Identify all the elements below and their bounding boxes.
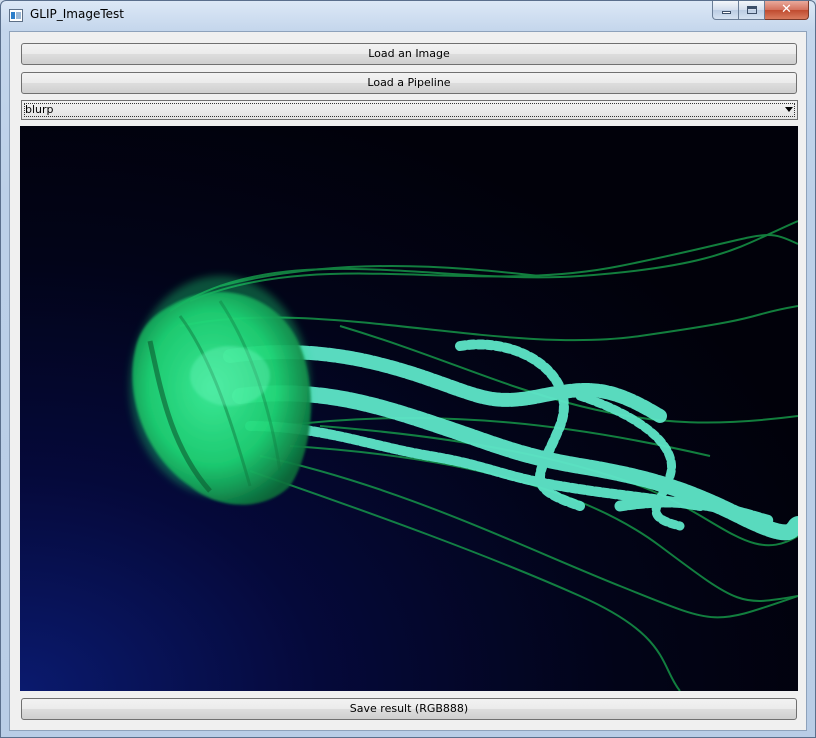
maximize-icon [747,6,757,14]
main-panel: Load an Image Load a Pipeline blurp Save… [9,31,807,731]
jellyfish-image [20,126,798,691]
close-button[interactable]: ✕ [765,1,809,20]
application-window: GLIP_ImageTest ✕ Load an Image Load a Pi… [0,0,816,738]
image-preview [20,126,798,691]
window-title: GLIP_ImageTest [30,7,124,21]
save-result-button[interactable]: Save result (RGB888) [21,698,797,720]
chevron-down-icon[interactable] [785,107,793,112]
load-image-button[interactable]: Load an Image [21,43,797,65]
close-icon: ✕ [781,2,792,17]
caption-buttons: ✕ [712,1,809,21]
app-window-icon [9,9,23,22]
pipeline-select-value: blurp [25,103,54,116]
focus-rectangle [24,103,795,117]
minimize-icon [722,11,731,14]
title-bar[interactable]: GLIP_ImageTest ✕ [1,1,815,31]
minimize-button[interactable] [712,1,739,20]
load-pipeline-button[interactable]: Load a Pipeline [21,72,797,94]
maximize-button[interactable] [739,1,765,20]
pipeline-select[interactable]: blurp [21,100,798,120]
